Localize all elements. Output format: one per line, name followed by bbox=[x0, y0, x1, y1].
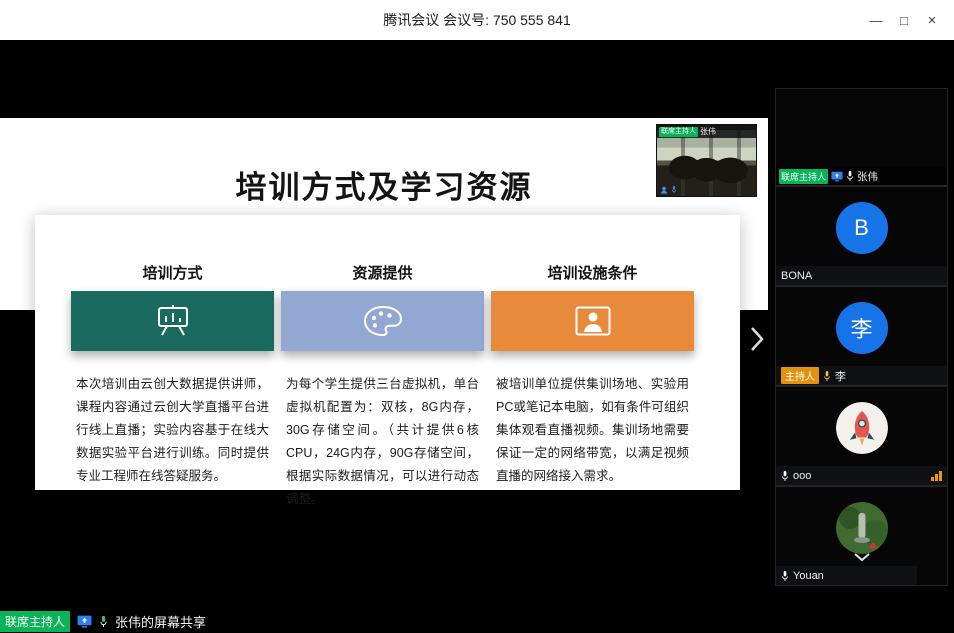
maximize-button[interactable]: □ bbox=[890, 0, 918, 40]
cohost-badge: 联席主持人 bbox=[0, 611, 70, 632]
participant-name: 张伟 bbox=[857, 169, 878, 184]
column-header-1: 培训方式 bbox=[71, 263, 274, 285]
chevron-down-icon bbox=[853, 552, 871, 562]
slide-content-card: 培训方式 资源提供 培训设施条件 bbox=[35, 215, 740, 490]
share-status-text: 张伟的屏幕共享 bbox=[115, 612, 206, 631]
letter-avatar: 李 bbox=[836, 302, 888, 354]
resource-bar bbox=[281, 291, 484, 351]
training-method-bar bbox=[71, 291, 274, 351]
mic-icon bbox=[781, 470, 789, 482]
meeting-window: 腾讯会议 会议号: 750 555 841 — □ × 培训方式及学习资源 联席… bbox=[0, 0, 954, 633]
mic-icon bbox=[846, 170, 854, 182]
participant-info-bar: 联席主持人 张伟 bbox=[776, 167, 947, 185]
facility-bar bbox=[491, 291, 694, 351]
palette-icon bbox=[363, 305, 403, 337]
mic-icon bbox=[671, 185, 677, 194]
cohost-badge: 联席主持人 bbox=[779, 169, 828, 184]
collapse-panel-button[interactable] bbox=[853, 549, 871, 567]
participant-tile[interactable]: 李 主持人 李 bbox=[775, 286, 948, 386]
pip-participant-name: 张伟 bbox=[700, 126, 716, 137]
screen-share-icon bbox=[77, 615, 92, 628]
next-slide-button[interactable] bbox=[746, 322, 768, 356]
participant-video-tile[interactable]: 联席主持人 张伟 bbox=[775, 88, 948, 186]
chevron-right-icon bbox=[750, 326, 764, 352]
portrait-photo-icon bbox=[575, 306, 611, 336]
presentation-board-icon bbox=[154, 304, 192, 338]
pip-info-bar: 联席主持人 张伟 bbox=[657, 125, 756, 138]
person-icon bbox=[660, 186, 668, 194]
participant-tile[interactable]: Youan bbox=[775, 486, 948, 586]
letter-avatar: B bbox=[836, 202, 888, 254]
minimize-button[interactable]: — bbox=[862, 0, 890, 40]
close-icon: × bbox=[928, 12, 937, 29]
mic-icon bbox=[823, 370, 831, 382]
participant-info-bar: ooo bbox=[776, 466, 947, 485]
participants-panel: 联席主持人 张伟 B BONA 李 主持人 bbox=[775, 88, 948, 588]
cohost-badge: 联席主持人 bbox=[659, 127, 698, 137]
training-method-text: 本次培训由云创大数据提供讲师，课程内容通过云创大学直播平台进行线上直播；实验内容… bbox=[71, 373, 274, 511]
maximize-icon: □ bbox=[900, 13, 908, 28]
window-title: 腾讯会议 会议号: 750 555 841 bbox=[0, 0, 954, 40]
participant-name: Youan bbox=[793, 570, 824, 582]
participant-info-bar: 主持人 李 bbox=[776, 366, 947, 385]
rocket-avatar bbox=[836, 402, 888, 454]
pip-status-icons bbox=[660, 185, 677, 194]
participant-tile[interactable]: B BONA bbox=[775, 186, 948, 286]
column-bars-row bbox=[71, 285, 694, 351]
column-header-2: 资源提供 bbox=[281, 263, 484, 285]
presenter-camera-pip[interactable]: 联席主持人 张伟 bbox=[656, 124, 757, 197]
mic-icon bbox=[781, 570, 789, 582]
titlebar: 腾讯会议 会议号: 750 555 841 — □ × bbox=[0, 0, 954, 40]
share-status-bar: 联席主持人 张伟的屏幕共享 bbox=[0, 609, 206, 633]
participant-name: 李 bbox=[835, 368, 846, 384]
participant-info-bar: Youan bbox=[776, 566, 917, 585]
window-controls: — □ × bbox=[862, 0, 946, 40]
column-headers-row: 培训方式 资源提供 培训设施条件 bbox=[71, 263, 694, 285]
participant-tile[interactable]: ooo bbox=[775, 386, 948, 486]
resource-text: 为每个学生提供三台虚拟机，单台虚拟机配置为：双核，8G内存，30G存储空间。（共… bbox=[281, 373, 484, 511]
column-bodies-row: 本次培训由云创大数据提供讲师，课程内容通过云创大学直播平台进行线上直播；实验内容… bbox=[71, 373, 694, 511]
participant-name: BONA bbox=[781, 270, 812, 282]
host-badge: 主持人 bbox=[781, 367, 819, 384]
minimize-icon: — bbox=[870, 13, 883, 28]
screen-share-icon bbox=[831, 171, 843, 182]
statue-avatar bbox=[836, 502, 888, 554]
participant-name: ooo bbox=[793, 470, 811, 482]
mic-icon bbox=[99, 615, 108, 628]
column-header-3: 培训设施条件 bbox=[491, 263, 694, 285]
facility-text: 被培训单位提供集训场地、实验用PC或笔记本电脑，如有条件可组织集体观看直播视频。… bbox=[491, 373, 694, 511]
slide-title: 培训方式及学习资源 bbox=[0, 162, 768, 207]
signal-strength-icon bbox=[931, 471, 942, 481]
participant-info-bar: BONA bbox=[776, 266, 947, 285]
close-button[interactable]: × bbox=[918, 0, 946, 40]
